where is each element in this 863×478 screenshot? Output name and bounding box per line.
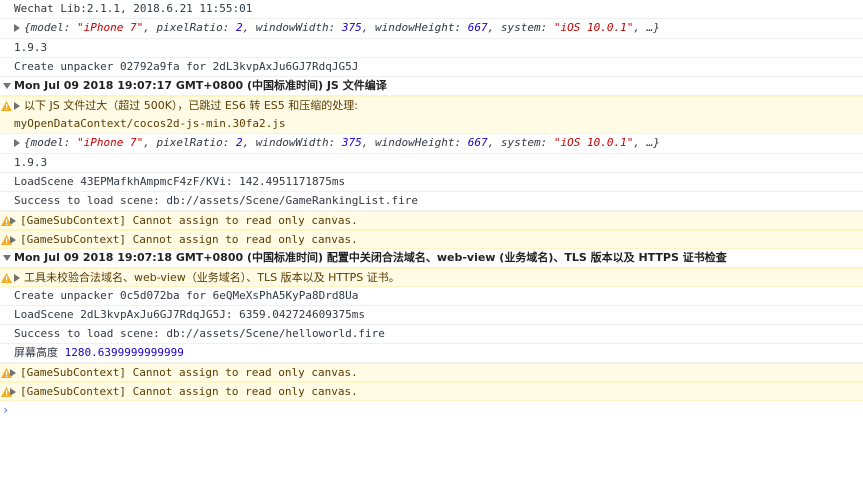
console-warning-line[interactable]: [GameSubContext] Cannot assign to read o… <box>0 230 863 249</box>
console-log-line: 1.9.3 <box>0 154 863 173</box>
object-pixel-ratio: 2 <box>235 136 243 149</box>
console-group-header[interactable]: Mon Jul 09 2018 19:07:18 GMT+0800 (中国标准时… <box>0 249 863 268</box>
warning-text: 工具未校验合法域名、web-view（业务域名）、TLS 版本以及 HTTPS … <box>24 271 400 284</box>
console-warning-line[interactable]: [GameSubContext] Cannot assign to read o… <box>0 382 863 401</box>
log-text: Create unpacker 02792a9fa for 2dL3kvpAxJ… <box>14 60 359 73</box>
object-model: "iPhone 7" <box>76 136 144 149</box>
object-prefix: {model: <box>24 21 77 34</box>
console-warning-line[interactable]: 以下 JS 文件过大（超过 500K），已跳过 ES6 转 ES5 和压缩的处理… <box>0 96 863 134</box>
object-window-height: 667 <box>467 21 488 34</box>
object-key: , pixelRatio: <box>143 136 236 149</box>
expand-triangle-icon[interactable] <box>14 24 20 32</box>
console-warning-line[interactable]: [GameSubContext] Cannot assign to read o… <box>0 363 863 382</box>
object-key: , windowHeight: <box>361 136 468 149</box>
log-text: LoadScene 43EPMafkhAmpmcF4zF/KVi: 142.49… <box>14 175 346 188</box>
console-object-line[interactable]: {model: "iPhone 7", pixelRatio: 2, windo… <box>0 19 863 39</box>
console-log-line: Create unpacker 0c5d072ba for 6eQMeXsPhA… <box>0 287 863 306</box>
object-model: "iPhone 7" <box>76 21 144 34</box>
log-text: Create unpacker 0c5d072ba for 6eQMeXsPhA… <box>14 289 359 302</box>
expand-triangle-icon[interactable] <box>14 102 20 110</box>
log-text: Success to load scene: db://assets/Scene… <box>14 327 385 340</box>
console-log-line: Create unpacker 02792a9fa for 2dL3kvpAxJ… <box>0 58 863 77</box>
object-system: "iOS 10.0.1" <box>553 136 634 149</box>
object-window-height: 667 <box>467 136 488 149</box>
log-text: 1.9.3 <box>14 156 48 169</box>
object-suffix: , …} <box>633 21 660 34</box>
console-prompt[interactable]: › <box>0 401 863 421</box>
warning-text: [GameSubContext] Cannot assign to read o… <box>20 233 358 246</box>
object-pixel-ratio: 2 <box>235 21 243 34</box>
console-log-line: Success to load scene: db://assets/Scene… <box>0 325 863 344</box>
object-key: , system: <box>487 21 554 34</box>
expand-triangle-icon[interactable] <box>14 139 20 147</box>
log-text: LoadScene 2dL3kvpAxJu6GJ7RdqJG5J: 6359.0… <box>14 308 365 321</box>
warning-text: 以下 JS 文件过大（超过 500K），已跳过 ES6 转 ES5 和压缩的处理… <box>24 99 358 112</box>
console-log-line: LoadScene 2dL3kvpAxJu6GJ7RdqJG5J: 6359.0… <box>0 306 863 325</box>
warning-text: [GameSubContext] Cannot assign to read o… <box>20 366 358 379</box>
console-log-line: LoadScene 43EPMafkhAmpmcF4zF/KVi: 142.49… <box>0 173 863 192</box>
warning-file-path: myOpenDataContext/cocos2d-js-min.30fa2.j… <box>14 117 286 130</box>
object-window-width: 375 <box>341 136 362 149</box>
object-suffix: , …} <box>633 136 660 149</box>
log-label: 屏幕高度 <box>14 346 58 359</box>
log-text: Success to load scene: db://assets/Scene… <box>14 194 418 207</box>
object-key: , pixelRatio: <box>143 21 236 34</box>
console-log-line: 1.9.3 <box>0 39 863 58</box>
object-system: "iOS 10.0.1" <box>553 21 634 34</box>
expand-triangle-icon[interactable] <box>14 274 20 282</box>
object-key: , windowHeight: <box>361 21 468 34</box>
warning-text: [GameSubContext] Cannot assign to read o… <box>20 385 358 398</box>
console-log-line: Wechat Lib:2.1.1, 2018.6.21 11:55:01 <box>0 0 863 19</box>
collapse-triangle-icon[interactable] <box>3 83 11 89</box>
object-prefix: {model: <box>24 136 77 149</box>
object-key: , windowWidth: <box>242 136 342 149</box>
group-title: Mon Jul 09 2018 19:07:18 GMT+0800 (中国标准时… <box>14 251 727 264</box>
prompt-chevron-icon: › <box>2 403 10 417</box>
warning-text: [GameSubContext] Cannot assign to read o… <box>20 214 358 227</box>
console-warning-line[interactable]: [GameSubContext] Cannot assign to read o… <box>0 211 863 230</box>
console-warning-line[interactable]: 工具未校验合法域名、web-view（业务域名）、TLS 版本以及 HTTPS … <box>0 268 863 287</box>
console-object-line[interactable]: {model: "iPhone 7", pixelRatio: 2, windo… <box>0 134 863 154</box>
console-log-line: Success to load scene: db://assets/Scene… <box>0 192 863 211</box>
log-text: Wechat Lib:2.1.1, 2018.6.21 11:55:01 <box>14 2 253 15</box>
console-group-header[interactable]: Mon Jul 09 2018 19:07:17 GMT+0800 (中国标准时… <box>0 77 863 96</box>
console-panel: Wechat Lib:2.1.1, 2018.6.21 11:55:01 {mo… <box>0 0 863 421</box>
log-text: 1.9.3 <box>14 41 48 54</box>
group-title: Mon Jul 09 2018 19:07:17 GMT+0800 (中国标准时… <box>14 79 387 92</box>
object-window-width: 375 <box>341 21 362 34</box>
log-number: 1280.6399999999999 <box>64 346 184 359</box>
console-log-line: 屏幕高度 1280.6399999999999 <box>0 344 863 363</box>
object-key: , windowWidth: <box>242 21 342 34</box>
collapse-triangle-icon[interactable] <box>3 255 11 261</box>
object-key: , system: <box>487 136 554 149</box>
